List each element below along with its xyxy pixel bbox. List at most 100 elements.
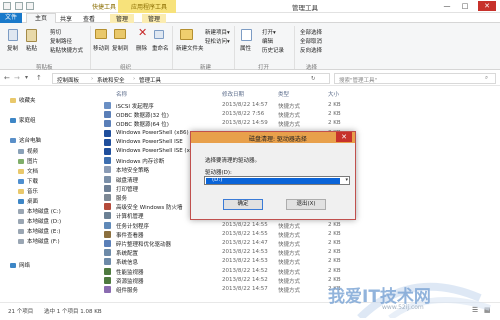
- network-icon: [10, 263, 16, 268]
- invert-selection-button[interactable]: 反向选择: [300, 46, 322, 54]
- file-size: 2 KB: [328, 258, 341, 265]
- copy-to-button[interactable]: 复制到: [112, 44, 129, 52]
- history-button[interactable]: 历史记录: [262, 46, 284, 54]
- paste-shortcut-button[interactable]: 粘贴快捷方式: [50, 46, 83, 54]
- nav-desktop[interactable]: 桌面: [27, 197, 38, 205]
- pictures-icon: [18, 159, 24, 164]
- nav-drive-e[interactable]: 本地磁盘 (E:): [27, 227, 60, 235]
- file-type: 快捷方式: [278, 269, 301, 276]
- copy-button[interactable]: 复制: [7, 44, 18, 52]
- chevron-down-icon[interactable]: ▾: [345, 177, 348, 183]
- file-row[interactable]: 性能监视器 2013/8/22 14:52 快捷方式 2 KB: [102, 267, 352, 276]
- tab-file[interactable]: 文件: [0, 13, 22, 23]
- properties-icon[interactable]: [241, 29, 252, 41]
- copy-icon[interactable]: [8, 29, 18, 41]
- dialog-close-button[interactable]: ✕: [336, 132, 352, 142]
- quick-access-new-folder-icon[interactable]: [26, 2, 34, 10]
- rename-icon[interactable]: [154, 30, 164, 39]
- column-header-type[interactable]: 类型: [278, 90, 289, 98]
- file-row[interactable]: 系统配置 2013/8/22 14:53 快捷方式 2 KB: [102, 248, 352, 257]
- file-type: 快捷方式: [278, 104, 301, 110]
- new-item-button[interactable]: 新建项目▾: [205, 28, 230, 36]
- new-folder-icon[interactable]: [180, 29, 193, 40]
- up-icon[interactable]: ↑: [36, 74, 42, 82]
- file-row[interactable]: 系统信息 2013/8/22 14:53 快捷方式 2 KB: [102, 257, 352, 266]
- nav-documents[interactable]: 文档: [27, 167, 38, 175]
- breadcrumb-system-security[interactable]: 系统和安全: [97, 76, 125, 84]
- delete-button[interactable]: 删除: [136, 44, 147, 52]
- nav-drive-c[interactable]: 本地磁盘 (C:): [27, 207, 61, 215]
- drive-label: 驱动器(D):: [205, 170, 232, 176]
- quick-access-properties-icon[interactable]: [15, 2, 23, 10]
- address-input[interactable]: 控制面板 › 系统和安全 › 管理工具 ↻: [52, 73, 330, 84]
- close-button[interactable]: ✕: [478, 1, 496, 11]
- cut-button[interactable]: 剪切: [50, 28, 61, 36]
- nav-drive-d[interactable]: 本地磁盘 (D:): [27, 217, 61, 225]
- file-date: 2013/8/22 14:52: [222, 276, 268, 283]
- tab-share[interactable]: 共享: [60, 14, 72, 23]
- file-row[interactable]: 资源监视器 2013/8/22 14:52 快捷方式 2 KB: [102, 276, 352, 285]
- easy-access-button[interactable]: 轻松访问▾: [205, 37, 230, 45]
- recent-chevron-icon[interactable]: ▾: [25, 74, 28, 81]
- tab-manage-app[interactable]: 管理: [142, 14, 167, 23]
- select-none-button[interactable]: 全部取消: [300, 37, 322, 45]
- open-button[interactable]: 打开▾: [262, 28, 276, 36]
- edit-button[interactable]: 编辑: [262, 37, 273, 45]
- search-icon[interactable]: ⌕: [485, 75, 488, 82]
- file-type: 快捷方式: [278, 223, 301, 230]
- file-row[interactable]: 组件服务 2013/8/22 14:57 快捷方式 2 KB: [102, 285, 352, 294]
- exit-button[interactable]: 退出(X): [286, 199, 326, 210]
- nav-homegroup[interactable]: 家庭组: [19, 116, 36, 124]
- drive-select[interactable]: (D:) ▾: [204, 176, 350, 185]
- delete-icon[interactable]: ✕: [138, 26, 147, 39]
- move-to-button[interactable]: 移动到: [93, 44, 110, 52]
- new-folder-button[interactable]: 新建文件夹: [176, 44, 204, 52]
- tab-manage-shortcut[interactable]: 管理: [110, 14, 135, 23]
- file-date: 2013/8/22 14:59: [222, 120, 268, 127]
- file-row[interactable]: 事件查看器 2013/8/22 14:55 快捷方式 2 KB: [102, 230, 352, 239]
- file-date: 2013/8/22 14:57: [222, 102, 268, 108]
- tab-view[interactable]: 查看: [83, 14, 95, 23]
- refresh-icon[interactable]: ↻: [311, 76, 316, 82]
- back-icon[interactable]: ←: [4, 74, 10, 82]
- file-name: iSCSI 发起程序: [116, 104, 154, 110]
- file-row[interactable]: iSCSI 发起程序 2013/8/22 14:57 快捷方式 2 KB: [102, 101, 352, 110]
- file-name: 服务: [116, 196, 128, 202]
- column-header-size[interactable]: 大小: [328, 90, 339, 98]
- paste-icon[interactable]: [26, 29, 37, 42]
- minimize-button[interactable]: —: [440, 1, 454, 11]
- file-row[interactable]: ODBC 数据源(64 位) 2013/8/22 14:59 快捷方式 2 KB: [102, 119, 352, 128]
- nav-this-pc[interactable]: 这台电脑: [19, 136, 41, 144]
- homegroup-icon: [10, 118, 16, 123]
- rename-button[interactable]: 重命名: [152, 44, 169, 52]
- nav-pictures[interactable]: 图片: [27, 157, 38, 165]
- select-all-button[interactable]: 全部选择: [300, 28, 322, 36]
- breadcrumb-admin-tools[interactable]: 管理工具: [139, 76, 161, 84]
- file-row[interactable]: 任务计划程序 2013/8/22 14:55 快捷方式 2 KB: [102, 221, 352, 230]
- ok-button[interactable]: 确定: [223, 199, 263, 210]
- nav-drive-f[interactable]: 本地磁盘 (F:): [27, 237, 60, 245]
- dialog-title-bar: 磁盘清理: 驱动器选择 ✕: [191, 132, 355, 143]
- folder-move-icon[interactable]: [95, 29, 107, 39]
- maximize-button[interactable]: □: [458, 1, 472, 11]
- file-type: 快捷方式: [278, 113, 301, 120]
- breadcrumb-control-panel[interactable]: 控制面板: [57, 76, 79, 84]
- nav-videos[interactable]: 视频: [27, 147, 38, 155]
- downloads-icon: [18, 179, 24, 184]
- column-header-date[interactable]: 修改日期: [222, 90, 244, 98]
- folder-copy-icon[interactable]: [114, 29, 126, 39]
- star-icon: [10, 98, 16, 103]
- paste-button[interactable]: 粘贴: [26, 44, 37, 52]
- file-row[interactable]: 碎片整理和优化驱动器 2013/8/22 14:47 快捷方式 2 KB: [102, 239, 352, 248]
- nav-music[interactable]: 音乐: [27, 187, 38, 195]
- search-input[interactable]: 搜索"管理工具" ⌕: [334, 73, 496, 84]
- nav-favorites[interactable]: 收藏夹: [19, 96, 36, 104]
- copy-path-button[interactable]: 复制路径: [50, 37, 72, 45]
- file-row[interactable]: ODBC 数据源(32 位) 2013/8/22 7:56 快捷方式 2 KB: [102, 110, 352, 119]
- properties-button[interactable]: 属性: [240, 44, 251, 52]
- nav-network[interactable]: 网络: [19, 261, 30, 269]
- app-icon: [3, 2, 11, 10]
- nav-downloads[interactable]: 下载: [27, 177, 38, 185]
- forward-icon[interactable]: →: [14, 74, 20, 82]
- column-header-name[interactable]: 名称: [116, 90, 127, 98]
